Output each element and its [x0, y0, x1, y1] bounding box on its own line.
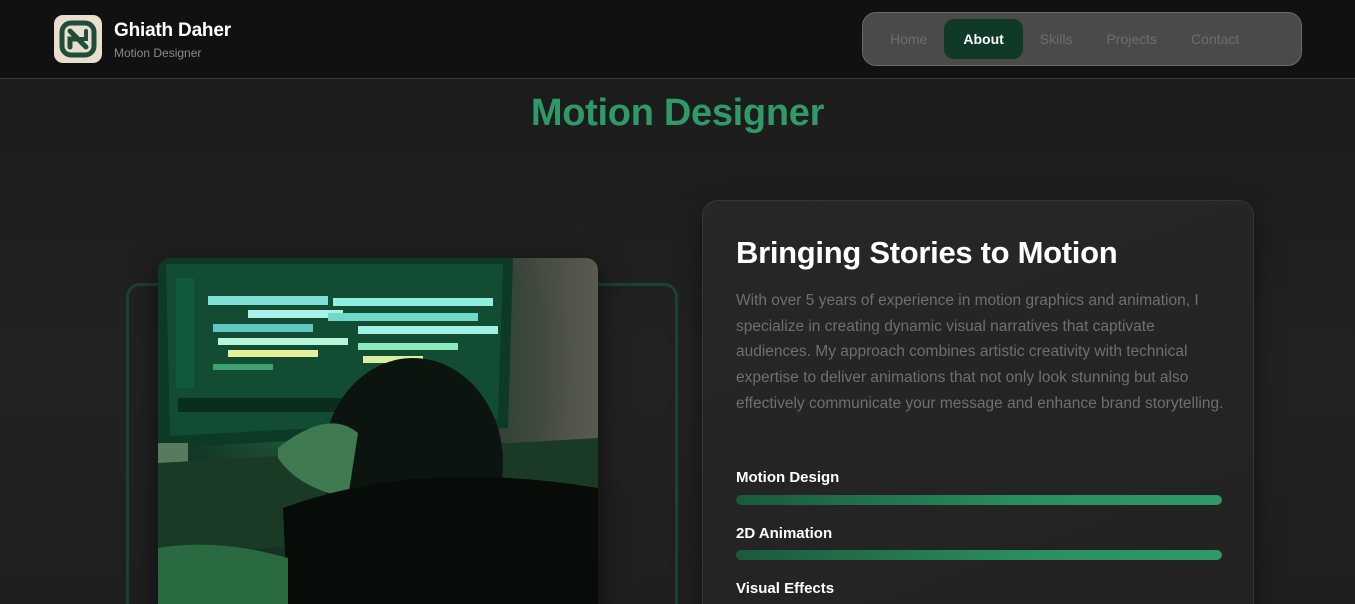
- nav-projects[interactable]: Projects: [1089, 19, 1174, 59]
- brand-subtitle: Motion Designer: [114, 46, 202, 60]
- main-nav: Home About Skills Projects Contact: [862, 12, 1302, 66]
- brand-name: Ghiath Daher: [114, 20, 231, 41]
- nav-contact[interactable]: Contact: [1174, 19, 1256, 59]
- nav-about[interactable]: About: [944, 19, 1023, 59]
- skill-bar: [736, 495, 1222, 505]
- nav-skills[interactable]: Skills: [1023, 19, 1090, 59]
- profile-photo: [158, 258, 598, 604]
- about-card: Bringing Stories to Motion With over 5 y…: [702, 200, 1254, 604]
- skill-bar: [736, 550, 1222, 560]
- about-heading: Bringing Stories to Motion: [736, 235, 1118, 270]
- about-body: With over 5 years of experience in motio…: [736, 292, 1224, 412]
- gd-monogram-icon: [59, 20, 97, 58]
- logo[interactable]: [54, 15, 102, 63]
- page-title: Motion Designer: [530, 92, 825, 134]
- skill-label: Visual Effects: [736, 580, 835, 597]
- site-header: Ghiath Daher Motion Designer Home About …: [0, 0, 1355, 79]
- skill-fill: [736, 495, 1222, 505]
- skill-label: Motion Design: [736, 469, 840, 486]
- nav-home[interactable]: Home: [873, 19, 944, 59]
- skill-label: 2D Animation: [736, 525, 833, 542]
- skill-fill: [736, 550, 1222, 560]
- photo-illustration: [158, 258, 598, 604]
